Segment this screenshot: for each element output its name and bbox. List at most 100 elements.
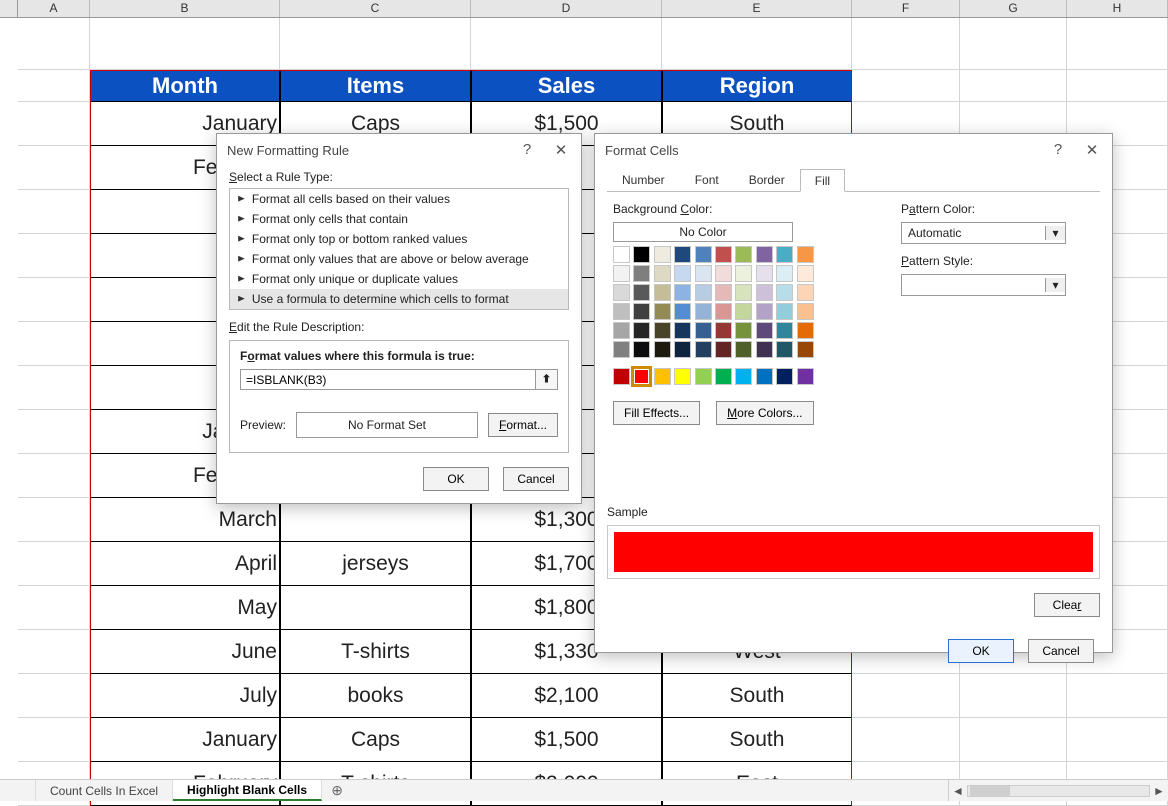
cell-month[interactable]: March (90, 498, 280, 542)
pattern-style-combo[interactable]: ▾ (901, 274, 1066, 296)
color-swatch[interactable] (695, 246, 712, 263)
color-swatch[interactable] (654, 303, 671, 320)
color-swatch[interactable] (756, 284, 773, 301)
range-picker-icon[interactable]: 🠭 (536, 369, 558, 390)
color-swatch[interactable] (633, 246, 650, 263)
scroll-right-icon[interactable]: ► (1150, 784, 1168, 798)
color-swatch[interactable] (756, 246, 773, 263)
close-button[interactable]: ✕ (551, 141, 571, 159)
pattern-color-combo[interactable]: Automatic ▾ (901, 222, 1066, 244)
rule-cancel-button[interactable]: Cancel (503, 467, 569, 491)
color-swatch[interactable] (613, 246, 630, 263)
rule-ok-button[interactable]: OK (423, 467, 489, 491)
help-button[interactable]: ? (1048, 141, 1068, 159)
rule-type-item-selected[interactable]: ►Use a formula to determine which cells … (230, 289, 568, 309)
cell-items[interactable] (280, 498, 471, 542)
cell-month[interactable]: July (90, 674, 280, 718)
col-header-E[interactable]: E (662, 0, 852, 17)
color-swatch[interactable] (654, 265, 671, 282)
tab-font[interactable]: Font (680, 168, 734, 191)
chevron-down-icon[interactable]: ▾ (1045, 278, 1065, 292)
col-header-B[interactable]: B (90, 0, 280, 17)
color-swatch[interactable] (613, 303, 630, 320)
formula-input[interactable] (240, 369, 536, 390)
header-items[interactable]: Items (280, 70, 471, 102)
select-all-corner[interactable] (0, 0, 18, 17)
chevron-down-icon[interactable]: ▾ (1045, 226, 1065, 240)
color-swatch[interactable] (695, 284, 712, 301)
color-swatch[interactable] (735, 303, 752, 320)
color-swatch[interactable] (715, 341, 732, 358)
color-swatch[interactable] (695, 368, 712, 385)
color-swatch[interactable] (715, 368, 732, 385)
clear-button[interactable]: Clear (1034, 593, 1100, 617)
color-swatch[interactable] (797, 368, 814, 385)
cell-month[interactable]: June (90, 630, 280, 674)
more-colors-button[interactable]: More Colors... (716, 401, 813, 425)
cell-region[interactable]: South (662, 718, 852, 762)
cell-items[interactable]: T-shirts (280, 630, 471, 674)
cell-month[interactable]: May (90, 586, 280, 630)
color-swatch[interactable] (797, 246, 814, 263)
cell-region[interactable]: South (662, 674, 852, 718)
color-swatch[interactable] (797, 303, 814, 320)
color-swatch[interactable] (613, 341, 630, 358)
rule-type-item[interactable]: ►Format only cells that contain (230, 209, 568, 229)
cell-sales[interactable]: $2,100 (471, 674, 662, 718)
color-swatch[interactable] (735, 265, 752, 282)
color-swatch[interactable] (674, 368, 691, 385)
scroll-left-icon[interactable]: ◄ (949, 784, 967, 798)
header-month[interactable]: Month (90, 70, 280, 102)
color-swatch[interactable] (695, 322, 712, 339)
color-swatch[interactable] (715, 284, 732, 301)
cell-items[interactable] (280, 586, 471, 630)
color-swatch[interactable] (674, 284, 691, 301)
header-sales[interactable]: Sales (471, 70, 662, 102)
color-swatch[interactable] (695, 303, 712, 320)
cell-month[interactable]: January (90, 718, 280, 762)
color-swatch[interactable] (674, 265, 691, 282)
color-swatch[interactable] (776, 322, 793, 339)
color-swatch[interactable] (695, 341, 712, 358)
color-swatch[interactable] (613, 368, 630, 385)
color-swatch[interactable] (715, 303, 732, 320)
cell-items[interactable]: Caps (280, 718, 471, 762)
color-swatch[interactable] (776, 368, 793, 385)
color-swatch[interactable] (797, 322, 814, 339)
format-button[interactable]: Format... (488, 413, 558, 437)
color-swatch[interactable] (715, 322, 732, 339)
color-swatch[interactable] (613, 322, 630, 339)
tab-fill[interactable]: Fill (800, 169, 845, 192)
horizontal-scrollbar[interactable]: ◄ ► (948, 780, 1168, 801)
color-swatch[interactable] (715, 246, 732, 263)
color-swatch[interactable] (776, 246, 793, 263)
color-swatch[interactable] (735, 246, 752, 263)
color-swatch[interactable] (735, 284, 752, 301)
format-cancel-button[interactable]: Cancel (1028, 639, 1094, 663)
color-swatch[interactable] (776, 341, 793, 358)
rule-type-item[interactable]: ►Format only unique or duplicate values (230, 269, 568, 289)
color-swatch[interactable] (756, 265, 773, 282)
close-button[interactable]: ✕ (1082, 141, 1102, 159)
color-swatch[interactable] (797, 341, 814, 358)
color-swatch[interactable] (654, 341, 671, 358)
color-swatch[interactable] (797, 284, 814, 301)
col-header-C[interactable]: C (280, 0, 471, 17)
color-swatch[interactable] (756, 303, 773, 320)
color-swatch[interactable] (654, 368, 671, 385)
help-button[interactable]: ? (517, 141, 537, 159)
color-swatch[interactable] (674, 246, 691, 263)
cell-items[interactable]: books (280, 674, 471, 718)
rule-type-item[interactable]: ►Format all cells based on their values (230, 189, 568, 209)
col-header-A[interactable]: A (18, 0, 90, 17)
cell-items[interactable]: jerseys (280, 542, 471, 586)
cell-month[interactable]: April (90, 542, 280, 586)
color-swatch[interactable] (633, 368, 650, 385)
color-swatch[interactable] (633, 284, 650, 301)
color-swatch[interactable] (633, 303, 650, 320)
color-swatch[interactable] (735, 322, 752, 339)
color-swatch[interactable] (695, 265, 712, 282)
color-swatch[interactable] (654, 322, 671, 339)
color-swatch[interactable] (654, 246, 671, 263)
color-swatch[interactable] (715, 265, 732, 282)
